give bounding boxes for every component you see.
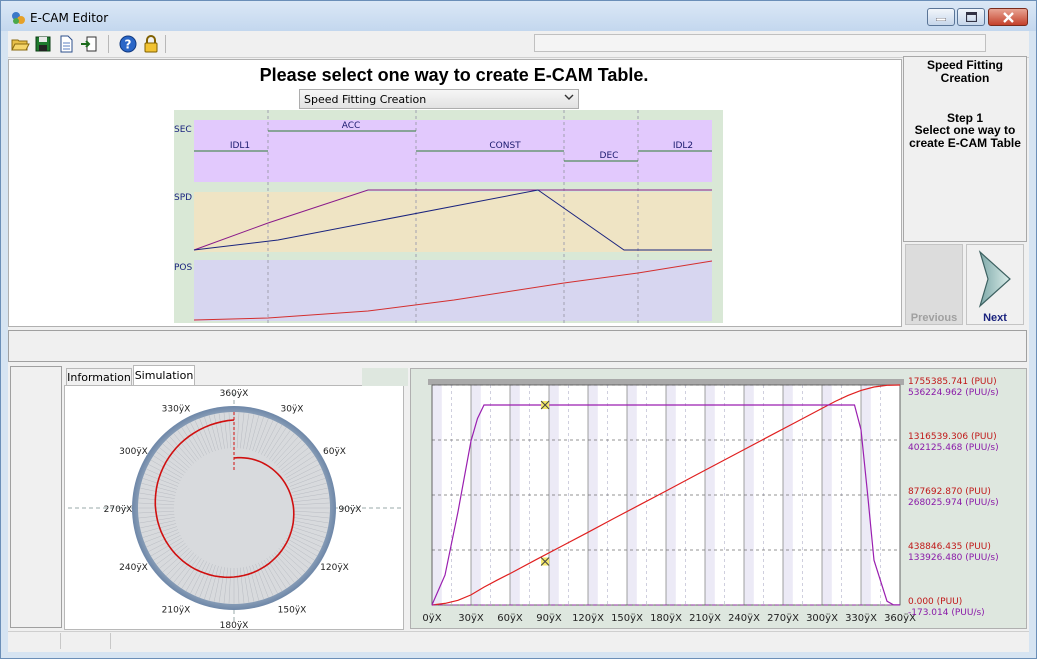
x-tick-label: 30ÿX [458,613,484,624]
next-button-label: Next [983,312,1007,324]
creation-method-value: Speed Fitting Creation [304,93,427,106]
pos-label: POS [174,263,193,273]
polar-angle-label: 120ÿX [320,563,349,573]
ecam-line-chart: 0ÿX 30ÿX 60ÿX 90ÿX 120ÿX 150ÿX 180ÿX 210ÿX 240ÿX… [422,377,999,624]
sec-label: SEC [174,125,192,135]
y-tick-label-position: 877692.870 (PUU) [908,487,991,497]
title-bar[interactable] [1,1,1036,31]
save-disk-icon[interactable] [33,34,53,54]
segment-label-acc: ACC [342,121,361,131]
previous-button-label: Previous [910,312,958,324]
x-tick-label: 180ÿX [650,613,682,624]
window-title: E-CAM Editor [30,11,109,25]
spd-label: SPD [174,193,192,203]
tab-simulation[interactable]: Simulation [133,365,195,386]
x-tick-label: 60ÿX [497,613,523,624]
y-tick-label-position: 438846.435 (PUU) [908,542,991,552]
status-separator [110,633,111,649]
close-button[interactable] [988,8,1028,26]
x-tick-label: 240ÿX [728,613,760,624]
toolbar-separator [108,35,109,53]
x-tick-label: 0ÿX [422,613,441,624]
segment-label-dec: DEC [600,151,619,161]
status-bar [8,631,1029,652]
y-tick-label-speed: -173.014 (PUU/s) [908,608,985,618]
chevron-down-icon[interactable] [563,92,575,102]
new-document-icon[interactable] [56,34,76,54]
svg-text:?: ? [125,38,132,52]
y-tick-label-speed: 536224.962 (PUU/s) [908,388,999,398]
app-icon [12,12,25,24]
segment-label-const: CONST [489,141,521,151]
next-arrow-icon [978,250,1011,308]
lock-icon[interactable] [141,34,161,54]
open-folder-icon[interactable] [10,34,30,54]
y-tick-label-position: 1316539.306 (PUU) [908,432,997,442]
toolbar-separator [165,35,166,53]
polar-angle-label: 360ÿX [220,389,249,399]
segment-label-idl1: IDL1 [230,141,250,151]
y-tick-label-position: 0.000 (PUU) [908,597,962,607]
segment-label-idl2: IDL2 [673,141,693,151]
export-icon[interactable] [79,34,99,54]
polar-angle-label: 180ÿX [220,621,249,630]
polar-angle-label: 240ÿX [119,563,148,573]
status-separator [60,633,61,649]
polar-angle-label: 60ÿX [323,447,346,457]
y-tick-label-speed: 133926.480 (PUU/s) [908,553,999,563]
pos-band [194,260,712,321]
left-side-panel [10,366,62,628]
x-tick-label: 270ÿX [767,613,799,624]
help-icon[interactable]: ? [118,34,138,54]
polar-angle-label: 90ÿX [339,505,362,515]
polar-angle-label: 270ÿX [104,505,133,515]
step-panel-title: Speed Fitting Creation [927,58,1003,85]
polar-angle-label: 30ÿX [281,405,304,415]
message-bar [8,330,1027,362]
ecam-profile-diagram: SEC SPD POS IDL1 ACC CONST DEC IDL2 [174,110,723,323]
polar-angle-label: 210ÿX [162,606,191,616]
polar-angle-label: 150ÿX [278,606,307,616]
toolbar-status-field [534,34,986,52]
close-icon [1003,12,1014,23]
wizard-heading: Please select one way to create E-CAM Ta… [259,65,649,85]
y-tick-label-speed: 268025.974 (PUU/s) [908,498,999,508]
polar-simulation-view: 360ÿX 30ÿX 60ÿX 90ÿX 120ÿX 150ÿX 180ÿX 210ÿX 240… [68,389,402,630]
x-tick-label: 300ÿX [806,613,838,624]
y-tick-label-speed: 402125.468 (PUU/s) [908,443,999,453]
minimize-icon [936,18,946,21]
x-tick-label: 90ÿX [536,613,562,624]
minimize-button[interactable] [927,8,955,26]
x-tick-label: 330ÿX [845,613,877,624]
chart-header-strip [362,368,408,386]
tab-information[interactable]: Information [66,368,132,386]
step-description: Select one way to create E-CAM Table [909,123,1021,150]
polar-angle-label: 300ÿX [119,447,148,457]
y-tick-label-position: 1755385.741 (PUU) [908,377,997,387]
maximize-button[interactable] [957,8,985,26]
x-tick-label: 210ÿX [689,613,721,624]
maximize-icon [966,12,977,22]
plot-top-bar [428,379,904,385]
polar-angle-label: 330ÿX [162,405,191,415]
x-tick-label: 120ÿX [572,613,604,624]
x-tick-label: 150ÿX [611,613,643,624]
